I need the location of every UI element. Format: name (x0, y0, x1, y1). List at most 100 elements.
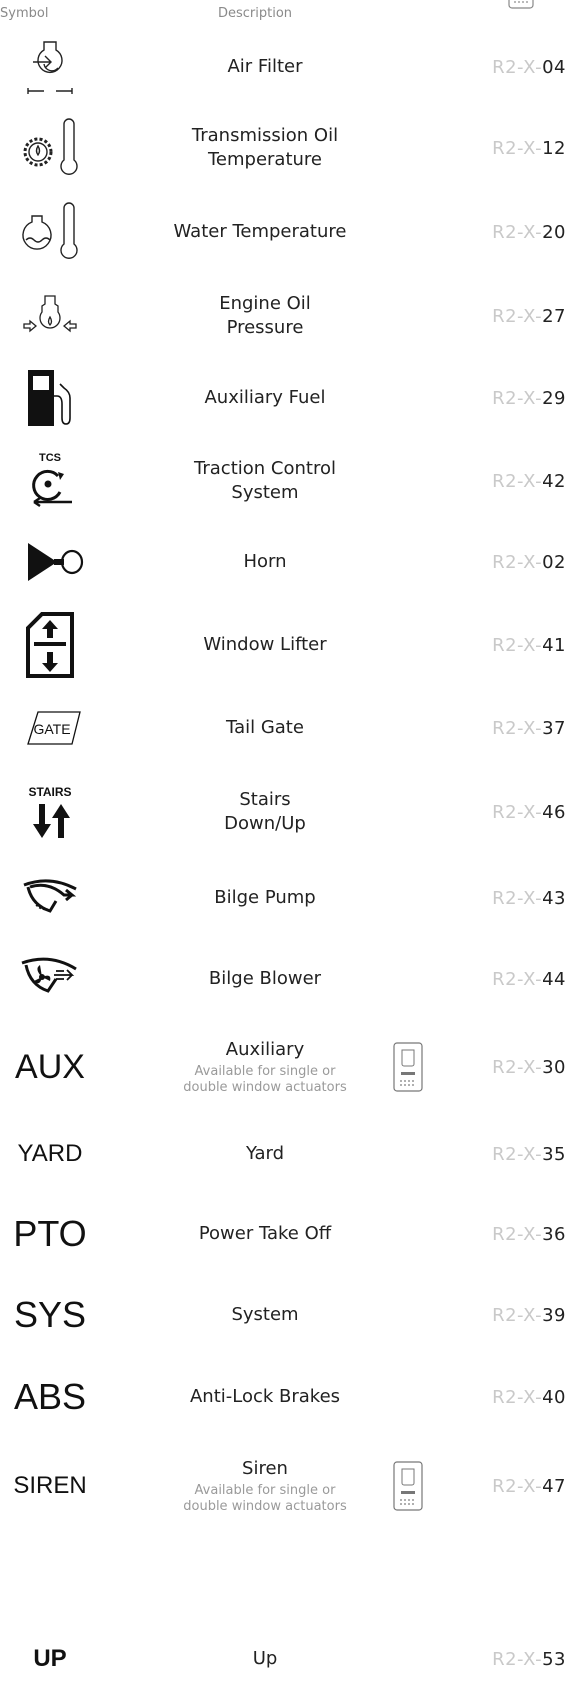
table-row: Auxiliary Fuel R2-X- 29 (0, 358, 572, 438)
part-code: R2-X- 04 (492, 28, 566, 106)
description: Anti-Lock Brakes (189, 1386, 341, 1407)
code-prefix: R2-X- (492, 1143, 543, 1165)
code-number: 42 (542, 470, 566, 492)
part-code: R2-X- 47 (492, 1438, 566, 1534)
traction-control-icon: TCS (0, 438, 100, 524)
description: Auxiliary Fuel (204, 387, 326, 408)
part-code: R2-X- 12 (492, 106, 566, 190)
code-number: 30 (542, 1056, 566, 1078)
table-row: Water Temperature R2-X- 20 (0, 190, 572, 274)
code-prefix: R2-X- (492, 1386, 543, 1408)
part-code: R2-X- 40 (492, 1356, 566, 1438)
code-prefix: R2-X- (492, 387, 543, 409)
code-number: 46 (542, 801, 566, 823)
part-code: R2-X- 43 (492, 858, 566, 938)
part-code: R2-X- 36 (492, 1194, 566, 1274)
table-row: AUX Auxiliary Available for single or do… (0, 1020, 572, 1114)
stairs-icon: STAIRS (0, 766, 100, 858)
rocker-switch-icon (393, 1020, 423, 1114)
description: Water Temperature (173, 221, 347, 242)
horn-icon (0, 524, 100, 600)
code-prefix: R2-X- (492, 1648, 543, 1670)
description: Engine Oil Pressure (219, 293, 311, 338)
code-prefix: R2-X- (492, 1056, 543, 1078)
code-number: 43 (542, 887, 566, 909)
part-code: R2-X- 35 (492, 1114, 566, 1194)
description: System (231, 1304, 299, 1325)
engine-oil-pressure-icon (0, 274, 100, 358)
code-prefix: R2-X- (492, 137, 543, 159)
rocker-switch-icon (393, 1438, 423, 1534)
description: Bilge Blower (208, 968, 322, 989)
code-number: 41 (542, 634, 566, 656)
table-row: Window Lifter R2-X- 41 (0, 600, 572, 690)
table-row: TCS Traction Control System R2-X- 42 (0, 438, 572, 524)
table-row: Engine Oil Pressure R2-X- 27 (0, 274, 572, 358)
code-number: 40 (542, 1386, 566, 1408)
part-code: R2-X- 30 (492, 1020, 566, 1114)
table-row: ABS Anti-Lock Brakes R2-X- 40 (0, 1356, 572, 1438)
icon-label: STAIRS (28, 785, 71, 799)
code-prefix: R2-X- (492, 551, 543, 573)
description: Transmission Oil Temperature (191, 125, 339, 170)
code-prefix: R2-X- (492, 1475, 543, 1497)
part-code: R2-X- 53 (492, 1634, 566, 1684)
table-row: PTO Power Take Off R2-X- 36 (0, 1194, 572, 1274)
description: Yard (245, 1143, 285, 1164)
description: Bilge Pump (214, 887, 316, 908)
tail-gate-icon: GATE (0, 690, 100, 766)
bilge-pump-icon (0, 858, 100, 938)
code-prefix: R2-X- (492, 1304, 543, 1326)
table-row: Horn R2-X- 02 (0, 524, 572, 600)
code-number: 37 (542, 717, 566, 739)
code-prefix: R2-X- (492, 305, 543, 327)
code-number: 04 (542, 56, 566, 78)
code-prefix: R2-X- (492, 1223, 543, 1245)
table-row: GATE Tail Gate R2-X- 37 (0, 690, 572, 766)
air-filter-icon (0, 28, 100, 106)
bilge-blower-icon (0, 938, 100, 1020)
code-number: 44 (542, 968, 566, 990)
code-number: 29 (542, 387, 566, 409)
part-code: R2-X- 39 (492, 1274, 566, 1356)
description: Stairs Down/Up (224, 789, 306, 834)
part-code: R2-X- 41 (492, 600, 566, 690)
fuel-pump-icon (0, 358, 100, 438)
code-prefix: R2-X- (492, 717, 543, 739)
description-note: Available for single or double window ac… (183, 1064, 347, 1095)
code-prefix: R2-X- (492, 56, 543, 78)
description: Window Lifter (203, 634, 327, 655)
description: Up (252, 1648, 278, 1669)
description: Traction Control System (194, 458, 336, 503)
code-prefix: R2-X- (492, 470, 543, 492)
description: Tail Gate (226, 717, 304, 738)
window-lifter-icon (0, 600, 100, 690)
code-number: 39 (542, 1304, 566, 1326)
description-note: Available for single or double window ac… (183, 1483, 347, 1514)
part-code: R2-X- 42 (492, 438, 566, 524)
symbol-text: ABS (13, 1376, 87, 1417)
symbol-text: SIREN (13, 1472, 87, 1499)
table-header: Symbol Description (0, 0, 572, 28)
transmission-oil-temperature-icon (0, 106, 100, 190)
part-code: R2-X- 20 (492, 190, 566, 274)
part-code: R2-X- 37 (492, 690, 566, 766)
description: Auxiliary (225, 1039, 305, 1060)
column-header-symbol: Symbol (0, 6, 49, 21)
part-code: R2-X- 44 (492, 938, 566, 1020)
table-row: Air Filter R2-X- 04 (0, 28, 572, 106)
water-temperature-icon (0, 190, 100, 274)
code-number: 47 (542, 1475, 566, 1497)
code-prefix: R2-X- (492, 887, 543, 909)
code-prefix: R2-X- (492, 221, 543, 243)
rocker-switch-icon (508, 0, 534, 14)
table-row: SYS System R2-X- 39 (0, 1274, 572, 1356)
symbol-text: UP (33, 1645, 67, 1672)
table-row: STAIRS Stairs Down/Up R2-X- 46 (0, 766, 572, 858)
code-number: 35 (542, 1143, 566, 1165)
code-number: 27 (542, 305, 566, 327)
description: Siren (242, 1458, 288, 1479)
description: Power Take Off (198, 1223, 332, 1244)
table-row: UP Up R2-X- 53 (0, 1634, 572, 1684)
table-row: SIREN Siren Available for single or doub… (0, 1438, 572, 1534)
